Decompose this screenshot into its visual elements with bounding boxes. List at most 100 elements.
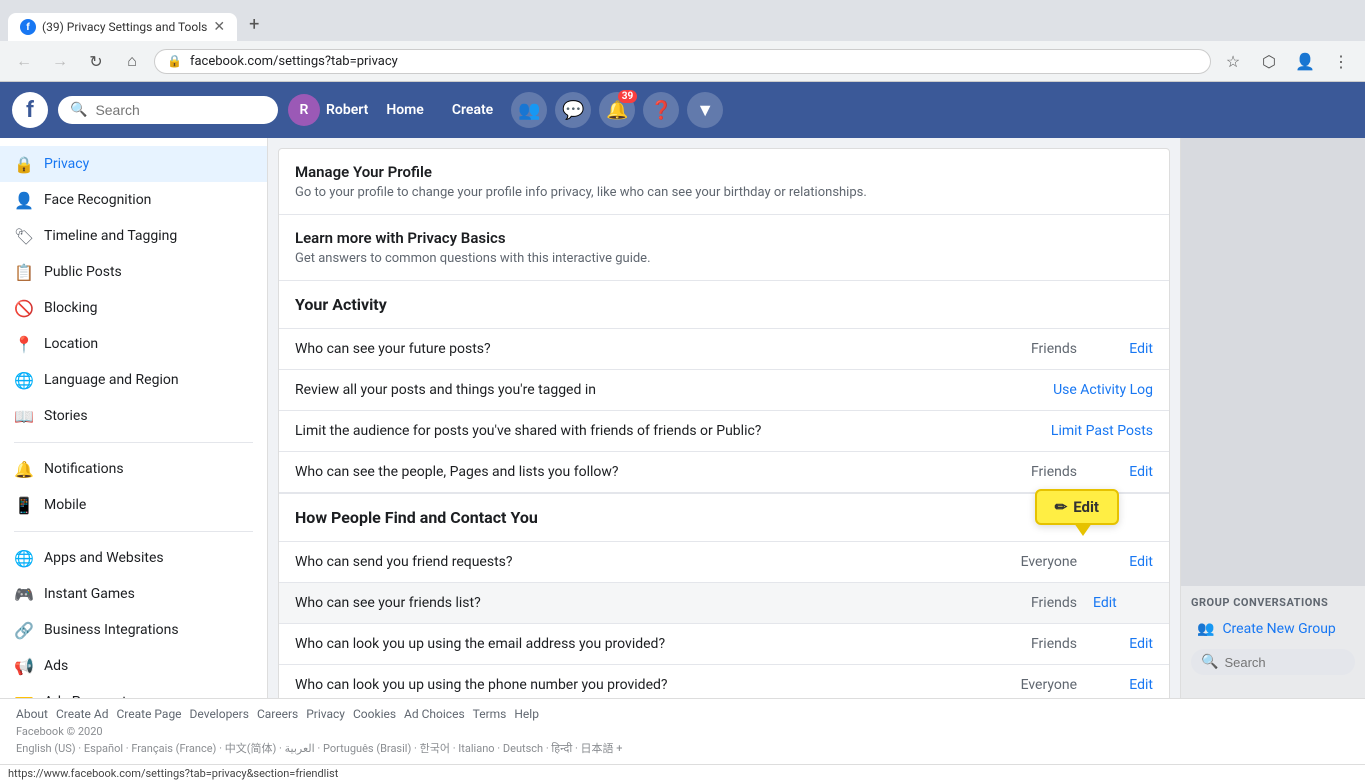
sidebar-item-business-integrations[interactable]: 🔗 Business Integrations — [0, 612, 267, 648]
sidebar-item-apps-websites[interactable]: 🌐 Apps and Websites — [0, 540, 267, 576]
user-profile-link[interactable]: R Robert — [288, 94, 368, 126]
search-input[interactable] — [95, 102, 266, 118]
sidebar-item-label: Public Posts — [44, 264, 122, 280]
ads-payments-icon: 💳 — [14, 692, 34, 698]
row-value: Friends — [977, 341, 1077, 357]
manage-profile-title: Manage Your Profile — [295, 163, 1153, 181]
footer-cookies-link[interactable]: Cookies — [353, 707, 396, 721]
search-icon: 🔍 — [1201, 654, 1218, 670]
create-new-group-button[interactable]: 👥 Create New Group — [1191, 615, 1355, 643]
row-question: Who can see the people, Pages and lists … — [295, 464, 977, 480]
row-question: Who can see your future posts? — [295, 341, 977, 357]
sidebar-item-privacy[interactable]: 🔒 Privacy — [0, 146, 267, 182]
activity-row-future-posts: Who can see your future posts? Friends E… — [279, 329, 1169, 370]
main-content: Manage Your Profile Go to your profile t… — [268, 138, 1180, 698]
manage-profile-desc: Go to your profile to change your profil… — [295, 185, 1153, 200]
row-question: Who can look you up using the phone numb… — [295, 677, 977, 693]
footer-developers-link[interactable]: Developers — [190, 707, 249, 721]
sidebar-item-instant-games[interactable]: 🎮 Instant Games — [0, 576, 267, 612]
blocking-icon: 🚫 — [14, 298, 34, 318]
profile-button[interactable]: 👤 — [1291, 47, 1319, 75]
active-tab[interactable]: f (39) Privacy Settings and Tools ✕ — [8, 13, 237, 41]
messenger-icon-btn[interactable]: 💬 — [555, 92, 591, 128]
sidebar-item-ads-payments[interactable]: 💳 Ads Payments — [0, 684, 267, 698]
group-conversations-title: GROUP CONVERSATIONS — [1191, 596, 1355, 609]
footer-create-page-link[interactable]: Create Page — [116, 707, 181, 721]
sidebar-item-label: Blocking — [44, 300, 98, 316]
sidebar-item-language-region[interactable]: 🌐 Language and Region — [0, 362, 267, 398]
sidebar-item-public-posts[interactable]: 📋 Public Posts — [0, 254, 267, 290]
edit-future-posts-link[interactable]: Edit — [1129, 341, 1153, 357]
sidebar-item-ads[interactable]: 📢 Ads — [0, 648, 267, 684]
timeline-icon: 🏷 — [14, 226, 34, 246]
edit-friend-requests-link[interactable]: Edit — [1129, 554, 1153, 570]
home-button[interactable]: ⌂ — [118, 47, 146, 75]
footer-about-link[interactable]: About — [16, 707, 48, 721]
sidebar-item-label: Face Recognition — [44, 192, 151, 208]
edit-phone-lookup-link[interactable]: Edit — [1129, 677, 1153, 693]
user-name: Robert — [326, 102, 368, 118]
use-activity-log-link[interactable]: Use Activity Log — [1053, 382, 1153, 398]
footer-privacy-link[interactable]: Privacy — [306, 707, 345, 721]
row-question: Review all your posts and things you're … — [295, 382, 937, 398]
forward-button[interactable]: → — [46, 47, 74, 75]
tab-title: (39) Privacy Settings and Tools — [42, 20, 207, 34]
sidebar-item-blocking[interactable]: 🚫 Blocking — [0, 290, 267, 326]
footer-languages: English (US) · Español · Français (Franc… — [16, 740, 1349, 756]
sidebar-item-stories[interactable]: 📖 Stories — [0, 398, 267, 434]
lock-icon: 🔒 — [167, 54, 182, 68]
footer-careers-link[interactable]: Careers — [257, 707, 298, 721]
group-conversations-section: GROUP CONVERSATIONS 👥 Create New Group 🔍 — [1181, 586, 1365, 685]
back-button[interactable]: ← — [10, 47, 38, 75]
browser-chrome: f (39) Privacy Settings and Tools ✕ + ← … — [0, 0, 1365, 82]
sidebar-item-mobile[interactable]: 📱 Mobile — [0, 487, 267, 523]
extensions-button[interactable]: ⬡ — [1255, 47, 1283, 75]
learn-more-section: Learn more with Privacy Basics Get answe… — [279, 215, 1169, 281]
edit-friends-list-link[interactable]: Edit — [1093, 595, 1153, 611]
row-value: Friends — [977, 595, 1077, 611]
right-panel-search[interactable]: 🔍 — [1191, 649, 1355, 675]
menu-button[interactable]: ⋮ — [1327, 47, 1355, 75]
row-action: Edit — [1093, 595, 1153, 611]
limit-past-posts-link[interactable]: Limit Past Posts — [1051, 423, 1153, 439]
help-icon: ❓ — [650, 100, 672, 121]
home-link[interactable]: Home — [376, 96, 434, 124]
edit-tooltip: ✏ Edit — [1035, 489, 1119, 525]
edit-follow-link[interactable]: Edit — [1129, 464, 1153, 480]
edit-email-lookup-link[interactable]: Edit — [1129, 636, 1153, 652]
messenger-icon: 💬 — [562, 100, 584, 121]
user-avatar: R — [288, 94, 320, 126]
header-right: R Robert Home Create 👥 💬 🔔 39 ❓ ▼ — [288, 92, 723, 128]
footer: About Create Ad Create Page Developers C… — [0, 698, 1365, 764]
address-bar[interactable]: 🔒 facebook.com/settings?tab=privacy — [154, 49, 1211, 74]
sidebar-item-label: Instant Games — [44, 586, 135, 602]
sidebar-item-label: Business Integrations — [44, 622, 179, 638]
footer-terms-link[interactable]: Terms — [473, 707, 507, 721]
create-link[interactable]: Create — [442, 96, 503, 124]
footer-create-ad-link[interactable]: Create Ad — [56, 707, 109, 721]
help-icon-btn[interactable]: ❓ — [643, 92, 679, 128]
search-bar[interactable]: 🔍 — [58, 96, 278, 124]
sidebar-item-location[interactable]: 📍 Location — [0, 326, 267, 362]
public-posts-icon: 📋 — [14, 262, 34, 282]
facebook-logo[interactable]: f — [12, 92, 48, 128]
group-icon: 👥 — [1197, 621, 1214, 637]
notifications-icon-btn[interactable]: 🔔 39 — [599, 92, 635, 128]
mobile-icon: 📱 — [14, 495, 34, 515]
row-value: Everyone — [977, 554, 1077, 570]
face-recognition-icon: 👤 — [14, 190, 34, 210]
tab-close-button[interactable]: ✕ — [213, 19, 225, 35]
friends-icon-btn[interactable]: 👥 — [511, 92, 547, 128]
right-search-input[interactable] — [1224, 655, 1345, 670]
footer-copyright: Facebook © 2020 — [16, 725, 1349, 738]
reload-button[interactable]: ↻ — [82, 47, 110, 75]
sidebar-item-face-recognition[interactable]: 👤 Face Recognition — [0, 182, 267, 218]
footer-ad-choices-link[interactable]: Ad Choices — [404, 707, 465, 721]
sidebar-item-timeline-tagging[interactable]: 🏷 Timeline and Tagging — [0, 218, 267, 254]
footer-help-link[interactable]: Help — [514, 707, 539, 721]
bookmark-button[interactable]: ☆ — [1219, 47, 1247, 75]
sidebar-item-notifications[interactable]: 🔔 Notifications — [0, 451, 267, 487]
account-icon-btn[interactable]: ▼ — [687, 92, 723, 128]
row-action: Edit — [1093, 636, 1153, 652]
new-tab-button[interactable]: + — [237, 8, 271, 41]
